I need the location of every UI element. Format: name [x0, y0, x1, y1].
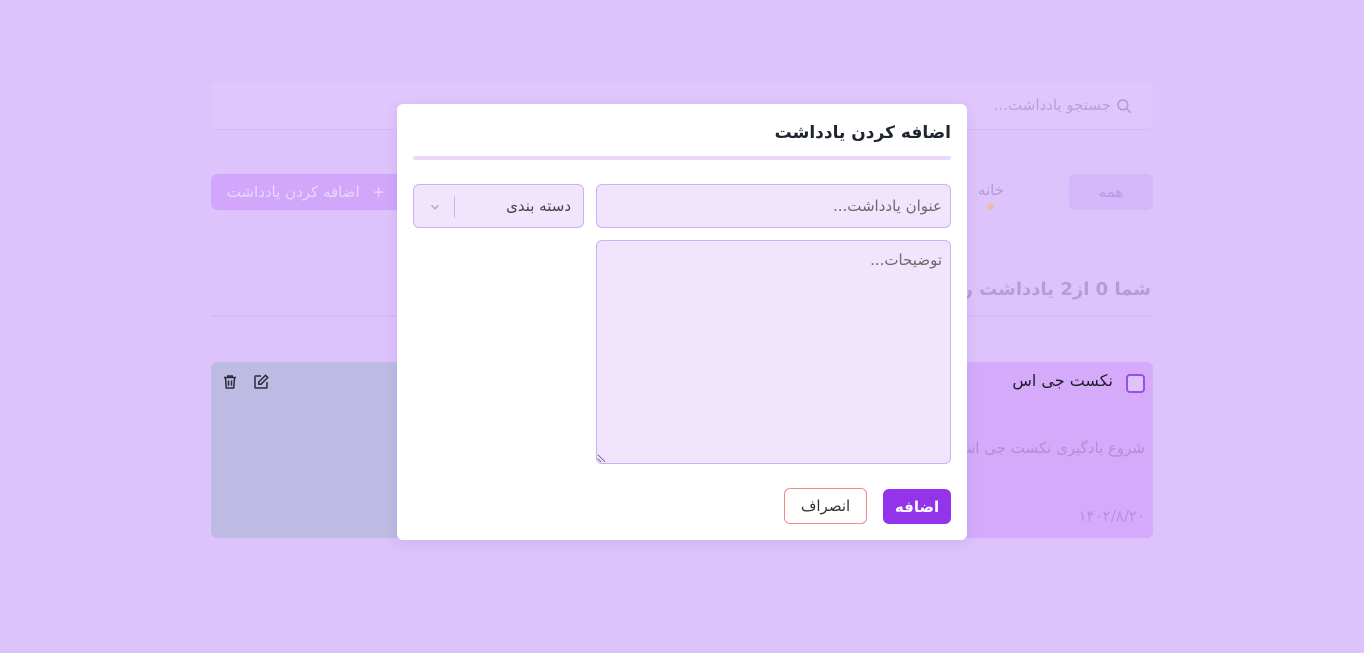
note-date: ۱۴۰۲/۸/۲۰ — [1078, 507, 1145, 525]
note-description: شروع یادگیری نکست جی اس — [956, 439, 1145, 457]
note-title: نکست جی اس — [1012, 371, 1113, 390]
add-button[interactable]: اضافه — [883, 489, 951, 524]
chevron-down-icon — [430, 204, 440, 210]
filter-all-button[interactable]: همه — [1069, 174, 1153, 210]
modal-divider — [413, 156, 951, 160]
home-category-dot — [987, 203, 994, 210]
add-note-button[interactable]: + اضافه کردن یادداشت — [211, 174, 401, 210]
modal-title: اضافه کردن یادداشت — [774, 123, 951, 143]
note-card-content: نکست جی اس شروع یادگیری نکست جی اس ۱۴۰۲/… — [953, 362, 1153, 538]
category-separator — [454, 196, 455, 218]
search-placeholder: جستجو یادداشت... — [993, 96, 1111, 114]
trash-icon[interactable] — [221, 373, 239, 391]
category-select-label: دسته بندی — [506, 197, 571, 215]
search-icon — [1117, 99, 1132, 114]
note-description-textarea[interactable] — [596, 240, 951, 464]
note-complete-checkbox[interactable] — [1126, 374, 1145, 393]
filter-home-button[interactable]: خانه — [961, 181, 1021, 205]
cancel-button[interactable]: انصراف — [784, 488, 867, 524]
add-note-label: اضافه کردن یادداشت — [226, 183, 360, 201]
add-note-modal: اضافه کردن یادداشت دسته بندی اضافه انصرا… — [397, 104, 967, 540]
note-card-actions — [211, 362, 411, 538]
category-select[interactable]: دسته بندی — [413, 184, 584, 228]
note-title-input[interactable] — [596, 184, 951, 228]
edit-icon[interactable] — [252, 373, 270, 391]
page-background: جستجو یادداشت... همه خانه + اضافه کردن ی… — [1, 1, 1363, 652]
plus-icon: + — [372, 183, 385, 201]
